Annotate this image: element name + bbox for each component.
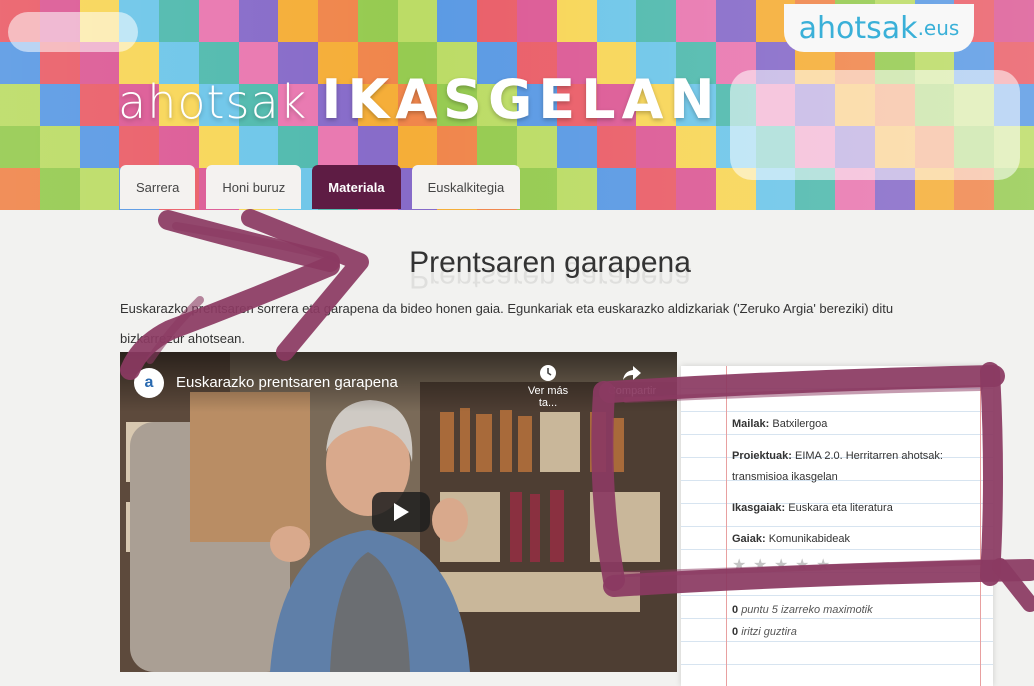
annotation-arrow [120,209,369,380]
annotation-overlay [120,209,1034,612]
annotation-box [591,362,1034,612]
